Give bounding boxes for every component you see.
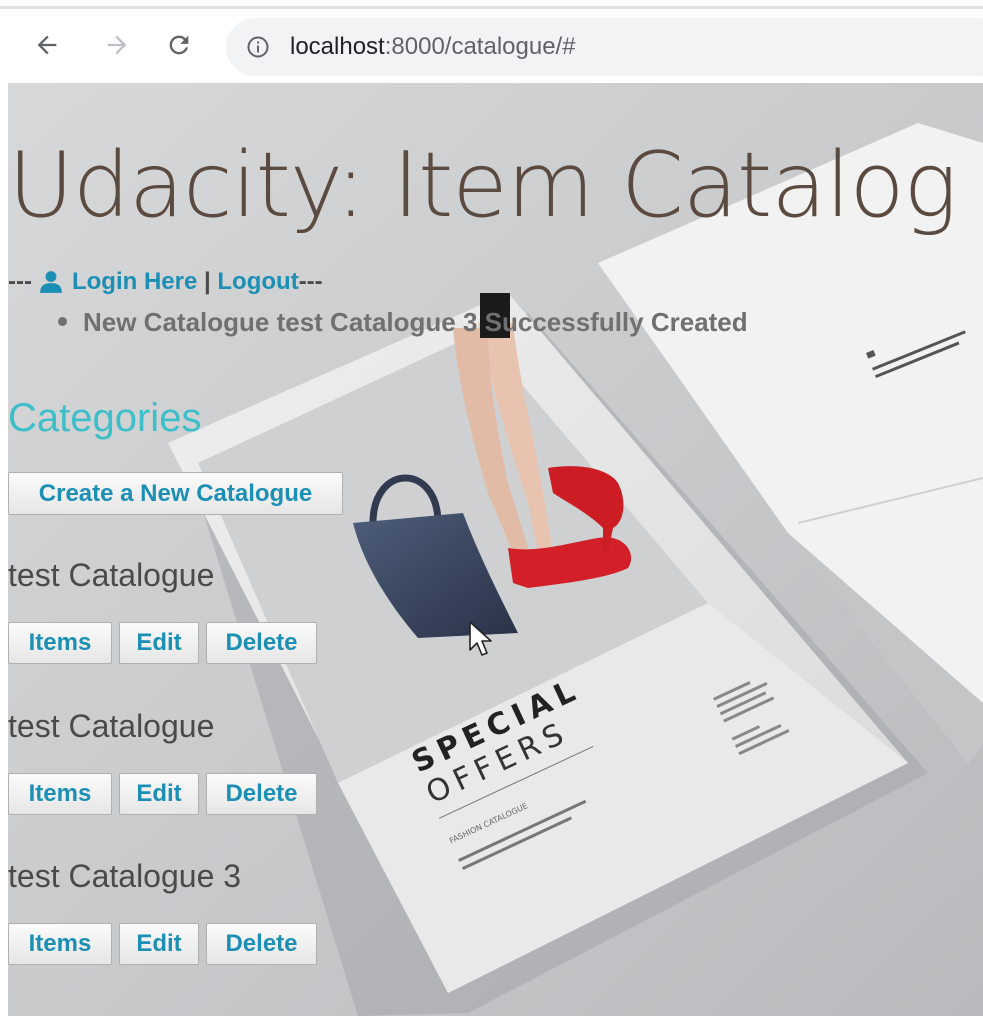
auth-suffix: ---: [298, 268, 323, 295]
logout-link[interactable]: Logout: [217, 268, 298, 296]
flash-messages: New Catalogue test Catalogue 3 Successfu…: [58, 307, 748, 338]
info-icon[interactable]: [246, 35, 270, 59]
auth-prefix: ---: [8, 268, 32, 295]
catalogue-name: test Catalogue: [8, 708, 215, 744]
page-content: SPECIAL OFFERS FASHION CATALOGUE Udacity…: [8, 83, 983, 1016]
login-link[interactable]: Login Here: [72, 268, 197, 296]
catalogue-name: test Catalogue: [8, 557, 215, 593]
url-text[interactable]: localhost:8000/catalogue/#: [290, 31, 576, 63]
categories-heading: Categories: [8, 396, 202, 440]
reload-icon: [169, 35, 189, 55]
items-button[interactable]: Items: [8, 923, 112, 965]
url-host: localhost: [290, 33, 385, 60]
auth-links: --- Login Here | Logout ---: [8, 268, 323, 296]
flash-message-text: New Catalogue test Catalogue 3 Successfu…: [83, 307, 748, 337]
edit-button[interactable]: Edit: [119, 773, 199, 815]
delete-button[interactable]: Delete: [206, 622, 317, 664]
items-button[interactable]: Items: [8, 622, 112, 664]
reload-button[interactable]: [162, 28, 196, 62]
page-title: Udacity: Item Catalog: [8, 133, 958, 238]
auth-separator: |: [197, 268, 218, 295]
edit-button[interactable]: Edit: [119, 622, 199, 664]
create-catalogue-button[interactable]: Create a New Catalogue: [8, 472, 343, 515]
browser-toolbar: localhost:8000/catalogue/#: [0, 0, 983, 83]
tab-strip-border: [0, 6, 983, 9]
address-bar[interactable]: localhost:8000/catalogue/#: [226, 18, 983, 76]
bullet-icon: [58, 316, 67, 326]
delete-button[interactable]: Delete: [206, 923, 317, 965]
mouse-pointer-icon: [469, 621, 492, 656]
forward-button[interactable]: [100, 28, 134, 62]
forward-arrow-icon: [107, 35, 127, 55]
items-button[interactable]: Items: [8, 773, 112, 815]
back-button[interactable]: [30, 28, 64, 62]
user-icon: [40, 271, 62, 293]
edit-button[interactable]: Edit: [119, 923, 199, 965]
back-arrow-icon: [37, 35, 57, 55]
flash-message: New Catalogue test Catalogue 3 Successfu…: [58, 307, 748, 338]
url-path: :8000/catalogue/#: [384, 33, 576, 60]
delete-button[interactable]: Delete: [206, 773, 317, 815]
catalogue-name: test Catalogue 3: [8, 858, 242, 894]
